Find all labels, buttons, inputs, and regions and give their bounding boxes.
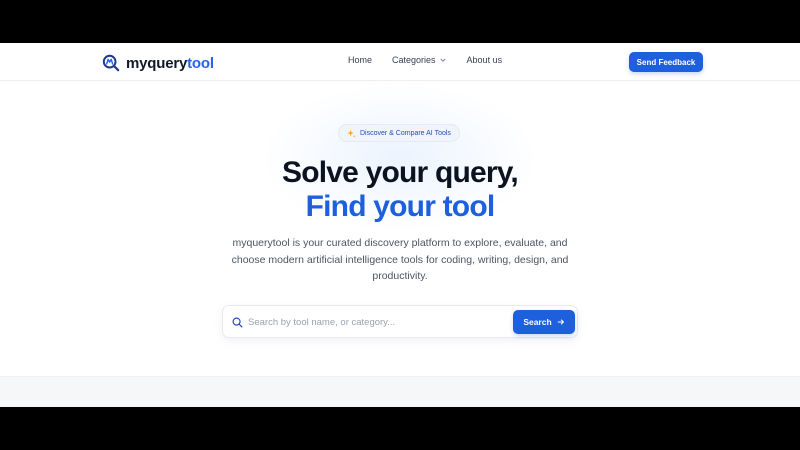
search-button-label: Search bbox=[523, 317, 552, 327]
hero-badge: Discover & Compare AI Tools bbox=[338, 124, 460, 142]
nav-home[interactable]: Home bbox=[348, 55, 372, 65]
brand-logo[interactable]: myquerytool bbox=[102, 53, 214, 73]
nav-categories[interactable]: Categories bbox=[392, 55, 447, 65]
hero-badge-label: Discover & Compare AI Tools bbox=[360, 129, 451, 137]
hero-description: myquerytool is your curated discovery pl… bbox=[231, 237, 569, 282]
brand-name-part1: myquery bbox=[126, 54, 188, 72]
browser-viewport: myquerytool Home Categories About us Sen… bbox=[0, 43, 800, 407]
search-input[interactable] bbox=[248, 312, 503, 332]
magnifier-logo-icon bbox=[102, 54, 120, 72]
send-feedback-button[interactable]: Send Feedback bbox=[629, 52, 703, 72]
site-header: myquerytool Home Categories About us Sen… bbox=[0, 43, 800, 81]
next-section-band bbox=[0, 376, 800, 407]
arrow-right-icon bbox=[557, 319, 564, 325]
nav-about-us[interactable]: About us bbox=[467, 55, 503, 65]
main-nav: Home Categories About us bbox=[348, 55, 502, 65]
chevron-down-icon bbox=[440, 58, 445, 62]
sparkle-icon bbox=[347, 129, 356, 138]
hero-title-line2: Find your tool bbox=[305, 190, 496, 223]
hero-title-line1: Solve your query, bbox=[282, 156, 519, 189]
brand-name: myquerytool bbox=[126, 55, 214, 72]
search-bar: Search bbox=[222, 305, 578, 338]
search-button[interactable]: Search bbox=[513, 310, 575, 334]
brand-name-part2: tool bbox=[187, 54, 214, 72]
nav-categories-label: Categories bbox=[392, 55, 436, 65]
search-icon bbox=[232, 317, 243, 328]
